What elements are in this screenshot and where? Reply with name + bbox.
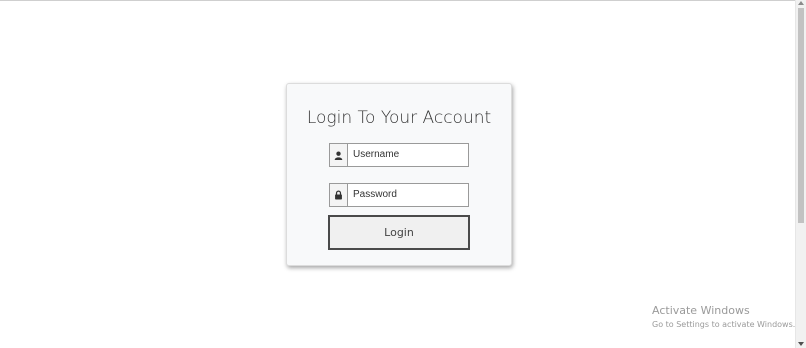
login-card: Login To Your Account Username Password …: [286, 83, 512, 266]
watermark-subtitle: Go to Settings to activate Windows.: [652, 320, 796, 329]
scroll-down-arrow-icon[interactable]: [798, 342, 804, 346]
password-input[interactable]: Password: [348, 184, 468, 206]
password-field[interactable]: Password: [329, 183, 469, 207]
lock-icon: [330, 184, 348, 206]
user-icon: [330, 144, 348, 166]
vertical-scrollbar[interactable]: [795, 0, 806, 348]
scrollbar-thumb[interactable]: [798, 8, 804, 223]
scroll-up-arrow-icon[interactable]: [798, 1, 804, 5]
login-title: Login To Your Account: [306, 108, 492, 128]
watermark-title: Activate Windows: [652, 304, 750, 317]
login-button[interactable]: Login: [328, 215, 470, 250]
activate-windows-watermark: Activate Windows Go to Settings to activ…: [652, 304, 795, 329]
top-border: [0, 0, 806, 1]
username-input[interactable]: Username: [348, 144, 468, 166]
username-field[interactable]: Username: [329, 143, 469, 167]
